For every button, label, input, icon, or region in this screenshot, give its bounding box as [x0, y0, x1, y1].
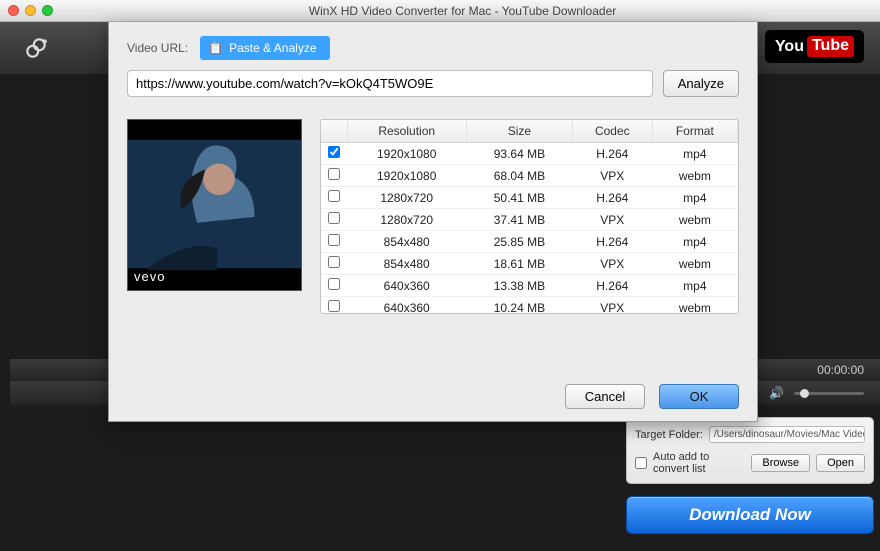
row-checkbox[interactable]: [328, 212, 340, 224]
col-codec[interactable]: Codec: [572, 120, 652, 143]
cell-codec: H.264: [572, 187, 652, 209]
cell-format: webm: [652, 209, 737, 231]
cell-format: mp4: [652, 143, 737, 165]
video-url-label: Video URL:: [127, 41, 188, 55]
link-icon[interactable]: [12, 24, 60, 72]
cell-resolution: 1920x1080: [347, 143, 466, 165]
target-folder-label: Target Folder:: [635, 429, 703, 441]
analyze-button[interactable]: Analyze: [663, 70, 739, 97]
cell-size: 50.41 MB: [466, 187, 572, 209]
row-checkbox[interactable]: [328, 256, 340, 268]
target-folder-panel: Target Folder: /Users/dinosaur/Movies/Ma…: [626, 417, 874, 484]
video-thumbnail: vevo: [127, 119, 302, 291]
col-format[interactable]: Format: [652, 120, 737, 143]
youtube-analyze-dialog: Video URL: 📋 Paste & Analyze Analyze vev…: [108, 22, 758, 422]
table-row[interactable]: 1280x72037.41 MBVPXwebm: [321, 209, 738, 231]
table-row[interactable]: 854x48025.85 MBH.264mp4: [321, 231, 738, 253]
cell-resolution: 1280x720: [347, 209, 466, 231]
cell-format: mp4: [652, 187, 737, 209]
cell-codec: VPX: [572, 253, 652, 275]
cell-resolution: 1280x720: [347, 187, 466, 209]
table-row[interactable]: 640x36013.38 MBH.264mp4: [321, 275, 738, 297]
table-row[interactable]: 640x36010.24 MBVPXwebm: [321, 297, 738, 315]
cell-codec: VPX: [572, 297, 652, 315]
table-row[interactable]: 854x48018.61 MBVPXwebm: [321, 253, 738, 275]
cell-codec: VPX: [572, 209, 652, 231]
clipboard-icon: 📋: [208, 41, 223, 55]
row-checkbox[interactable]: [328, 168, 340, 180]
zoom-window-button[interactable]: [42, 5, 53, 16]
row-checkbox[interactable]: [328, 278, 340, 290]
titlebar: WinX HD Video Converter for Mac - YouTub…: [0, 0, 880, 22]
target-folder-path[interactable]: /Users/dinosaur/Movies/Mac Video Library: [709, 426, 865, 443]
window-title: WinX HD Video Converter for Mac - YouTub…: [53, 4, 872, 18]
youtube-logo: You Tube: [765, 30, 864, 63]
cell-resolution: 640x360: [347, 275, 466, 297]
download-now-button[interactable]: Download Now: [626, 496, 874, 534]
cell-format: mp4: [652, 275, 737, 297]
row-checkbox[interactable]: [328, 234, 340, 246]
close-window-button[interactable]: [8, 5, 19, 16]
table-row[interactable]: 1280x72050.41 MBH.264mp4: [321, 187, 738, 209]
youtube-text-you: You: [775, 38, 804, 56]
cell-size: 37.41 MB: [466, 209, 572, 231]
open-button[interactable]: Open: [816, 454, 865, 472]
ok-button[interactable]: OK: [659, 384, 739, 409]
minimize-window-button[interactable]: [25, 5, 36, 16]
auto-add-checkbox[interactable]: [635, 457, 647, 469]
cell-format: webm: [652, 253, 737, 275]
paste-analyze-button[interactable]: 📋 Paste & Analyze: [200, 36, 329, 60]
row-checkbox[interactable]: [328, 146, 340, 158]
table-row[interactable]: 1920x108068.04 MBVPXwebm: [321, 165, 738, 187]
paste-analyze-label: Paste & Analyze: [229, 41, 316, 55]
cell-format: webm: [652, 165, 737, 187]
cell-format: mp4: [652, 231, 737, 253]
cell-resolution: 640x360: [347, 297, 466, 315]
table-row[interactable]: 1920x108093.64 MBH.264mp4: [321, 143, 738, 165]
video-url-input[interactable]: [127, 70, 653, 97]
auto-add-label: Auto add to convert list: [653, 451, 745, 475]
cell-size: 13.38 MB: [466, 275, 572, 297]
cell-size: 25.85 MB: [466, 231, 572, 253]
cell-size: 68.04 MB: [466, 165, 572, 187]
cancel-button[interactable]: Cancel: [565, 384, 645, 409]
speaker-icon[interactable]: 🔊: [769, 386, 784, 400]
cell-resolution: 854x480: [347, 231, 466, 253]
traffic-lights: [8, 5, 53, 16]
cell-codec: H.264: [572, 275, 652, 297]
cell-codec: VPX: [572, 165, 652, 187]
youtube-text-tube: Tube: [807, 36, 854, 57]
playback-time: 00:00:00: [817, 363, 864, 377]
col-size[interactable]: Size: [466, 120, 572, 143]
volume-slider[interactable]: [794, 392, 864, 395]
cell-format: webm: [652, 297, 737, 315]
cell-size: 10.24 MB: [466, 297, 572, 315]
formats-table[interactable]: Resolution Size Codec Format 1920x108093…: [320, 119, 739, 314]
cell-resolution: 1920x1080: [347, 165, 466, 187]
cell-resolution: 854x480: [347, 253, 466, 275]
cell-codec: H.264: [572, 143, 652, 165]
cell-size: 18.61 MB: [466, 253, 572, 275]
col-resolution[interactable]: Resolution: [347, 120, 466, 143]
cell-codec: H.264: [572, 231, 652, 253]
browse-button[interactable]: Browse: [751, 454, 810, 472]
row-checkbox[interactable]: [328, 190, 340, 202]
row-checkbox[interactable]: [328, 300, 340, 312]
vevo-watermark: vevo: [134, 269, 165, 284]
cell-size: 93.64 MB: [466, 143, 572, 165]
